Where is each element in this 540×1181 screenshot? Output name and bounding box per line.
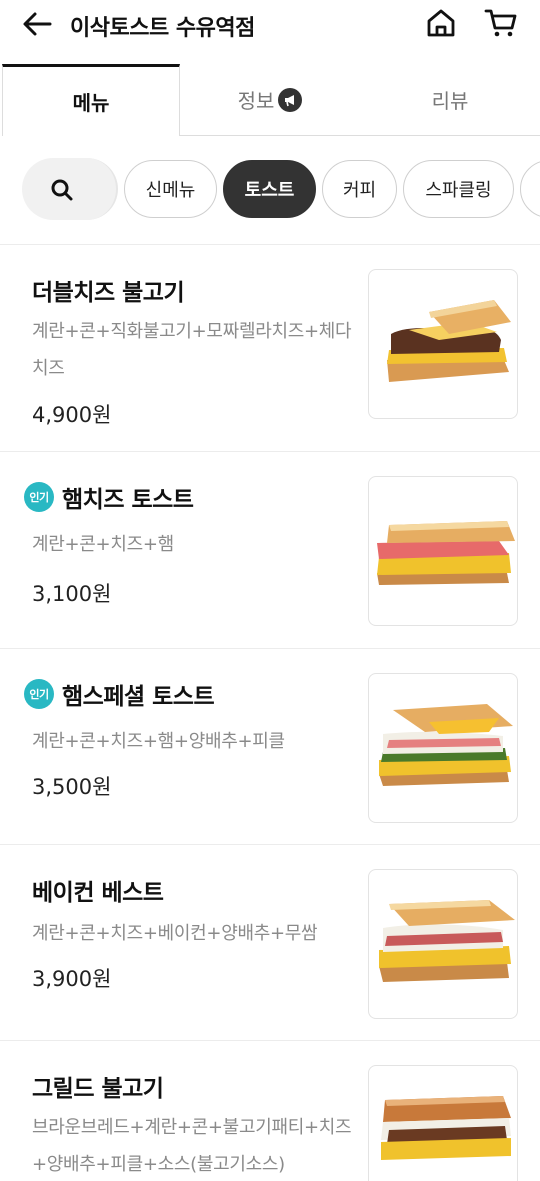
menu-item-name-text: 그릴드 불고기 (32, 1076, 164, 1102)
tab-menu-label: 메뉴 (72, 91, 110, 115)
menu-item-price: 3,500원 (32, 775, 112, 799)
chip-coffee[interactable]: 커피 (322, 160, 397, 218)
tab-info-label: 정보 (237, 89, 275, 113)
menu-item-desc: 계란+콘+직화불고기+모짜렐라치즈+체다치즈 (32, 321, 352, 379)
menu-item-desc: 계란+콘+치즈+베이컨+양배추+무쌈 (32, 923, 318, 944)
menu-item-bacon-best[interactable]: 베이컨 베스트 계란+콘+치즈+베이컨+양배추+무쌈 3,900원 (0, 845, 540, 1041)
menu-item-grilled-bulgogi[interactable]: 그릴드 불고기 브라운브레드+계란+콘+불고기패티+치즈+양배추+피클+소스(불… (0, 1041, 540, 1181)
back-arrow-icon (23, 12, 52, 36)
menu-item-image (368, 673, 518, 823)
store-title: 이삭토스트 수유역점 (70, 16, 255, 41)
megaphone-icon (278, 87, 303, 112)
popular-badge: 인기 (24, 679, 54, 709)
menu-item-name-text: 베이컨 베스트 (32, 880, 164, 906)
tab-review-label: 리뷰 (431, 89, 469, 113)
menu-item-desc: 브라운브레드+계란+콘+불고기패티+치즈+양배추+피클+소스(불고기소스) (32, 1117, 352, 1175)
menu-item-name: 그릴드 불고기 (32, 1069, 164, 1103)
menu-item-price: 3,100원 (32, 582, 112, 606)
menu-item-desc: 계란+콘+치즈+햄 (32, 534, 174, 555)
menu-item-name-text: 더블치즈 불고기 (32, 280, 185, 306)
chip-toast[interactable]: 토스트 (223, 160, 316, 218)
menu-item-image (368, 476, 518, 626)
home-icon (427, 9, 455, 37)
category-chips: 신메뉴 토스트 커피 스파클링 (0, 156, 540, 222)
chip-sparkling[interactable]: 스파클링 (403, 160, 514, 218)
app-screen: 이삭토스트 수유역점 메뉴 정보 리뷰 신메뉴 토스트 커피 스파클링 더블치즈… (0, 0, 540, 1181)
menu-item-image (368, 869, 518, 1019)
chip-new-menu[interactable]: 신메뉴 (124, 160, 217, 218)
menu-list: 더블치즈 불고기 계란+콘+직화불고기+모짜렐라치즈+체다치즈 4,900원 인… (0, 245, 540, 1181)
menu-item-image (368, 1065, 518, 1181)
popular-badge: 인기 (24, 482, 54, 512)
menu-item-name-text: 햄스페셜 토스트 (62, 684, 215, 710)
home-button[interactable] (424, 6, 458, 40)
store-tabs: 메뉴 정보 리뷰 (0, 64, 540, 136)
menu-item-desc: 계란+콘+치즈+햄+양배추+피클 (32, 731, 285, 752)
menu-item-name-text: 햄치즈 토스트 (62, 487, 194, 513)
menu-item-ham-cheese-toast[interactable]: 인기 햄치즈 토스트 계란+콘+치즈+햄 3,100원 (0, 452, 540, 649)
menu-item-price: 4,900원 (32, 403, 112, 427)
menu-item-price: 3,900원 (32, 967, 112, 991)
top-bar: 이삭토스트 수유역점 (0, 0, 540, 60)
menu-item-ham-special-toast[interactable]: 인기 햄스페셜 토스트 계란+콘+치즈+햄+양배추+피클 3,500원 (0, 649, 540, 845)
tab-menu[interactable]: 메뉴 (2, 64, 180, 136)
search-icon (51, 179, 73, 201)
back-button[interactable] (20, 8, 56, 40)
menu-search-button[interactable] (22, 158, 118, 220)
menu-item-image (368, 269, 518, 419)
tab-review[interactable]: 리뷰 (360, 64, 540, 136)
menu-item-name: 더블치즈 불고기 (32, 273, 185, 307)
menu-item-double-cheese-bulgogi[interactable]: 더블치즈 불고기 계란+콘+직화불고기+모짜렐라치즈+체다치즈 4,900원 (0, 245, 540, 452)
menu-item-name: 베이컨 베스트 (32, 873, 164, 907)
menu-item-name: 인기 햄스페셜 토스트 (24, 677, 215, 711)
tab-info[interactable]: 정보 (180, 64, 360, 136)
menu-item-name: 인기 햄치즈 토스트 (24, 480, 194, 514)
cart-icon (484, 9, 517, 37)
cart-button[interactable] (482, 6, 520, 40)
chip-more[interactable] (520, 160, 540, 218)
